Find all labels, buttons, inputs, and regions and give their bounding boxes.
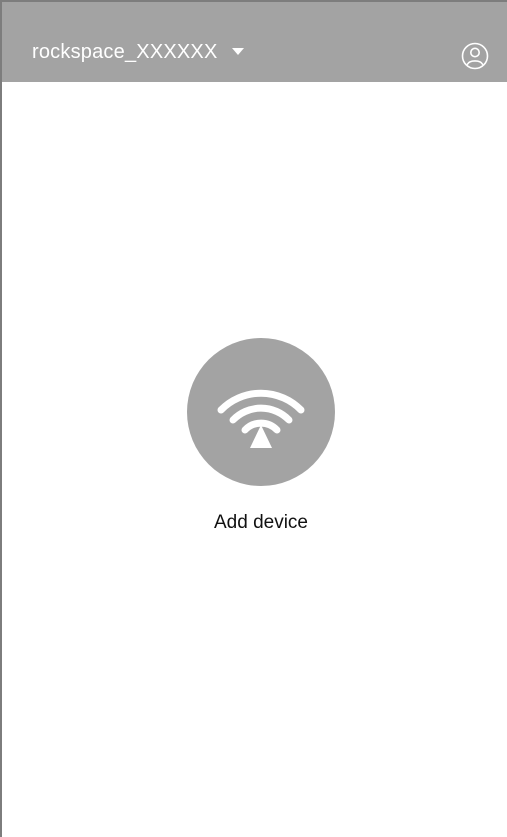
network-selector[interactable]: rockspace_XXXXXX <box>32 40 244 64</box>
top-bar: rockspace_XXXXXX <box>2 2 507 82</box>
user-profile-icon[interactable] <box>461 42 489 70</box>
wifi-signal-icon <box>217 389 305 448</box>
network-name: rockspace_XXXXXX <box>32 41 218 63</box>
caret-down-icon <box>231 48 244 55</box>
add-device-circle[interactable] <box>187 338 335 486</box>
add-device-label: Add device <box>213 512 308 533</box>
app-screen: rockspace_XXXXXX Add device <box>0 0 507 837</box>
add-device-button[interactable]: Add device <box>186 338 336 534</box>
